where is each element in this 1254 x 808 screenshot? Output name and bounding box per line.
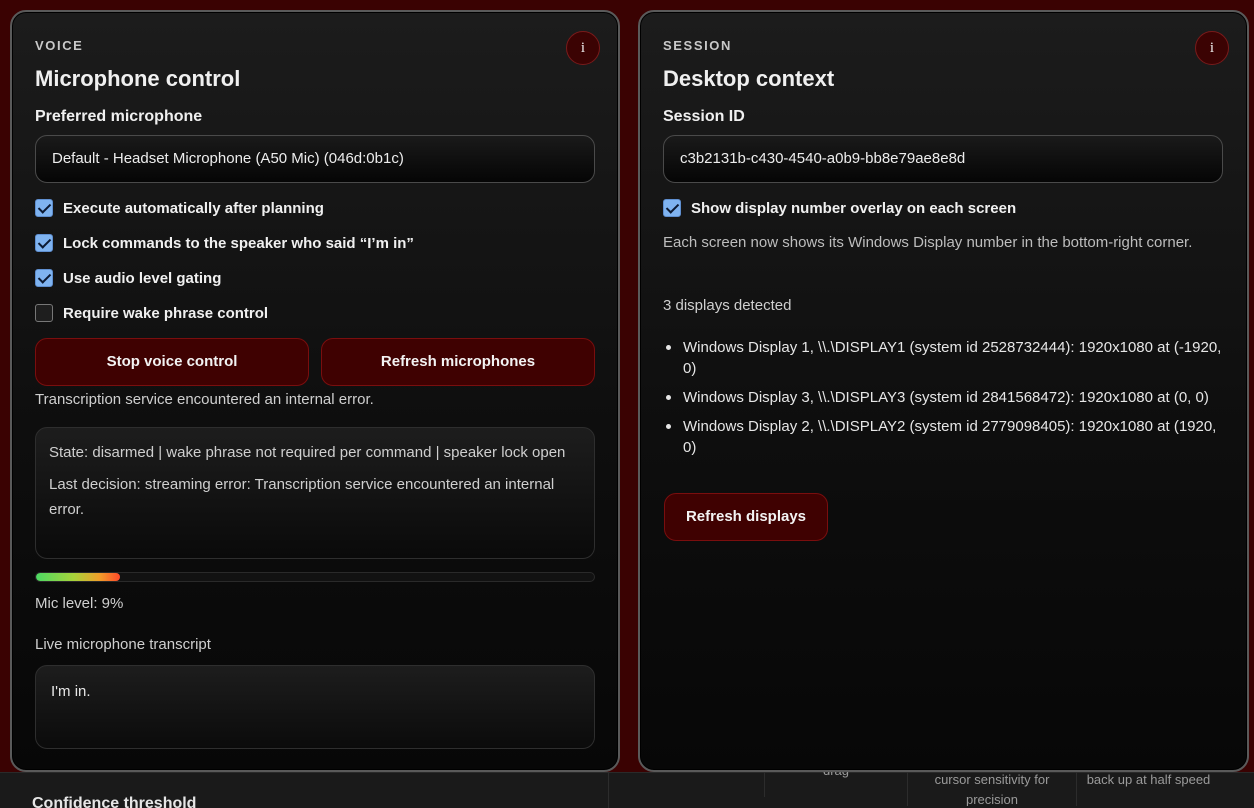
display-list-item: Windows Display 2, \\.\DISPLAY2 (system … [663,416,1223,458]
check-label: Use audio level gating [63,269,222,287]
checkbox-unchecked-icon[interactable] [35,304,53,322]
state-line: State: disarmed | wake phrase not requir… [49,444,566,461]
refresh-microphones-button[interactable]: Refresh microphones [321,338,595,386]
session-title: Desktop context [663,66,835,91]
check-wake-phrase[interactable]: Require wake phrase control [35,303,268,323]
microphone-select[interactable]: Default - Headset Microphone (A50 Mic) (… [35,135,595,183]
voice-eyebrow: VOICE [35,38,84,53]
background-cell-backup: back up at half speed [1076,770,1220,806]
voice-panel: VOICE i Microphone control Preferred mic… [10,10,620,772]
error-text: Transcription service encountered an int… [35,391,374,408]
transcript-text: I'm in. [51,683,91,700]
checkbox-checked-icon[interactable] [35,199,53,217]
background-strip: Confidence threshold drag cursor sensiti… [0,761,1254,808]
checkbox-checked-icon[interactable] [663,199,681,217]
info-icon[interactable]: i [566,31,600,65]
displays-detected: 3 displays detected [663,297,792,314]
info-icon[interactable]: i [1195,31,1229,65]
mic-level-meter [35,572,595,582]
display-list: Windows Display 1, \\.\DISPLAY1 (system … [663,337,1223,466]
stop-voice-control-button[interactable]: Stop voice control [35,338,309,386]
transcript-label: Live microphone transcript [35,636,211,653]
last-decision: Last decision: streaming error: Transcri… [49,476,555,518]
session-id-label: Session ID [663,108,745,125]
check-auto-execute[interactable]: Execute automatically after planning [35,198,324,218]
checkbox-checked-icon[interactable] [35,234,53,252]
background-cell [608,773,764,808]
background-cell-cursor: cursor sensitivity for precision [907,770,1076,806]
session-eyebrow: SESSION [663,38,732,53]
check-audio-gating[interactable]: Use audio level gating [35,268,221,288]
check-label: Show display number overlay on each scre… [691,199,1017,217]
status-box: State: disarmed | wake phrase not requir… [35,427,595,559]
mic-level-text: Mic level: 9% [35,595,124,612]
display-list-item: Windows Display 1, \\.\DISPLAY1 (system … [663,337,1223,379]
display-list-item: Windows Display 3, \\.\DISPLAY3 (system … [663,387,1223,408]
confidence-threshold-label: Confidence threshold [32,795,197,808]
transcript-box[interactable]: I'm in. [35,665,595,749]
check-label: Execute automatically after planning [63,199,324,217]
mic-level-fill [36,573,120,581]
session-id-field[interactable]: c3b2131b-c430-4540-a0b9-bb8e79ae8e8d [663,135,1223,183]
session-panel: SESSION i Desktop context Session ID c3b… [638,10,1249,772]
check-label: Require wake phrase control [63,304,269,322]
refresh-displays-button[interactable]: Refresh displays [664,493,828,541]
check-speaker-lock[interactable]: Lock commands to the speaker who said “I… [35,233,414,253]
voice-title: Microphone control [35,66,241,91]
check-label: Lock commands to the speaker who said “I… [63,234,414,252]
overlay-description: Each screen now shows its Windows Displa… [663,234,1193,251]
checkbox-checked-icon[interactable] [35,269,53,287]
microphone-label: Preferred microphone [35,108,203,125]
check-display-overlay[interactable]: Show display number overlay on each scre… [663,198,1016,218]
